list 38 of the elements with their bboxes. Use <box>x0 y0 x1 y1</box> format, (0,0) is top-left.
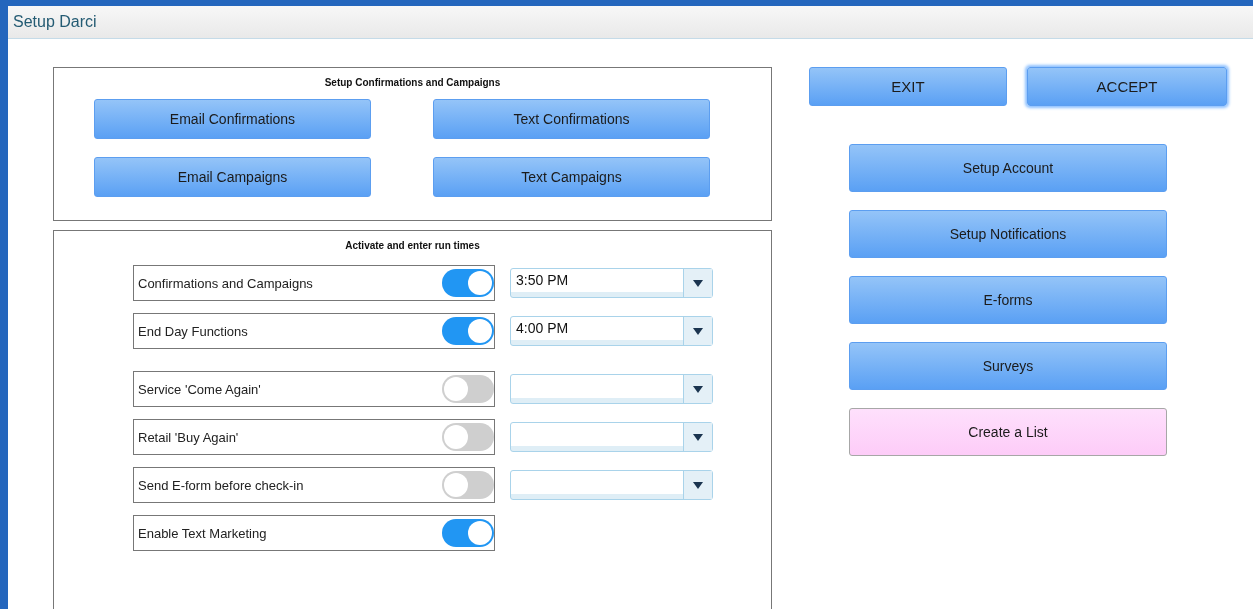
menu-button[interactable]: Setup Account <box>849 144 1167 192</box>
setting-label: Retail 'Buy Again' <box>138 429 239 445</box>
toggle-switch[interactable] <box>442 375 494 403</box>
panel-title: Activate and enter run times <box>344 240 481 251</box>
panel-title: Setup Confirmations and Campaigns <box>323 77 502 88</box>
menu-button[interactable]: Surveys <box>849 342 1167 390</box>
time-dropdown[interactable]: 4:00 PM <box>510 316 713 346</box>
setting-label: End Day Functions <box>138 323 248 339</box>
caret-icon <box>693 481 703 489</box>
action-button[interactable]: ACCEPT <box>1027 67 1227 106</box>
menu-button[interactable]: Setup Notifications <box>849 210 1167 258</box>
time-dropdown[interactable]: 3:50 PM <box>510 268 713 298</box>
setting-label: Service 'Come Again' <box>138 381 261 397</box>
toggle-switch[interactable] <box>442 519 494 547</box>
campaign-button[interactable]: Text Campaigns <box>433 157 710 197</box>
menu-button[interactable]: E-forms <box>849 276 1167 324</box>
caret-icon <box>693 385 703 393</box>
toggle-switch[interactable] <box>442 317 494 345</box>
action-button[interactable]: EXIT <box>809 67 1007 106</box>
time-dropdown[interactable] <box>510 470 713 500</box>
window-title: Setup Darci <box>13 13 97 31</box>
campaign-button[interactable]: Email Confirmations <box>94 99 371 139</box>
campaign-button[interactable]: Email Campaigns <box>94 157 371 197</box>
toggle-switch[interactable] <box>442 423 494 451</box>
time-value: 3:50 PM <box>516 272 569 288</box>
toggle-switch[interactable] <box>442 471 494 499</box>
time-dropdown[interactable] <box>510 422 713 452</box>
time-value: 4:00 PM <box>516 320 569 336</box>
campaign-button[interactable]: Text Confirmations <box>433 99 710 139</box>
menu-button[interactable]: Create a List <box>849 408 1167 456</box>
caret-icon <box>693 279 703 287</box>
time-dropdown[interactable] <box>510 374 713 404</box>
setting-label: Enable Text Marketing <box>138 525 267 541</box>
setting-label: Send E-form before check-in <box>138 477 304 493</box>
caret-icon <box>693 327 703 335</box>
toggle-switch[interactable] <box>442 269 494 297</box>
setting-label: Confirmations and Campaigns <box>138 275 313 291</box>
caret-icon <box>693 433 703 441</box>
